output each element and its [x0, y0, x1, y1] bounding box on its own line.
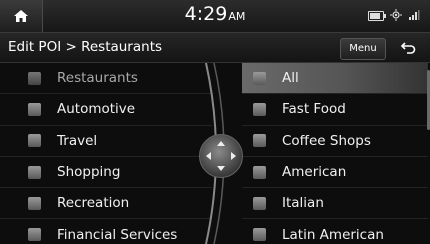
italian-food-icon	[253, 196, 266, 210]
dollar-icon	[28, 228, 41, 242]
category-item-label: Financial Services	[57, 226, 178, 243]
subcategory-item[interactable]: Latin American	[242, 219, 428, 244]
category-item-label: Travel	[57, 132, 98, 149]
fast-food-icon	[253, 102, 266, 116]
scroll-knob[interactable]	[199, 134, 243, 178]
subcategory-item-label: American	[282, 164, 347, 181]
knob-arrows-icon	[206, 141, 236, 171]
recreation-icon	[28, 196, 41, 210]
car-icon	[28, 102, 41, 116]
category-item-label: Recreation	[57, 195, 130, 212]
subcategory-item-label: All	[282, 70, 299, 87]
american-food-icon	[253, 165, 266, 179]
category-item[interactable]: Financial Services	[0, 219, 212, 244]
category-item-label: Automotive	[57, 101, 136, 118]
battery-icon	[368, 11, 386, 21]
status-bar: 4:29AM	[0, 0, 430, 33]
subcategory-item[interactable]: Fast Food	[242, 94, 428, 126]
category-item[interactable]: Restaurants	[0, 63, 212, 95]
subcategory-item[interactable]: Italian	[242, 188, 428, 220]
signal-icon	[409, 10, 420, 20]
navigation-screen: 4:29AM Edit POI > Restaurants Menu Resta…	[0, 0, 430, 244]
category-item[interactable]: Shopping	[0, 157, 212, 189]
back-button[interactable]	[392, 38, 424, 58]
back-arrow-icon	[400, 42, 416, 54]
category-item-label: Restaurants	[57, 70, 138, 87]
restaurant-icon	[28, 71, 41, 85]
menu-button[interactable]: Menu	[340, 38, 386, 60]
subcategory-item[interactable]: American	[242, 157, 428, 189]
clock-ampm: AM	[228, 10, 246, 23]
status-icons	[368, 9, 420, 21]
subcategory-item[interactable]: Coffee Shops	[242, 126, 428, 157]
gps-icon	[390, 9, 402, 21]
title-bar: Edit POI > Restaurants Menu	[0, 33, 430, 63]
subcategory-item-label: Latin American	[282, 226, 384, 243]
subcategory-list: All Fast Food Coffee Shops American Italian L…	[242, 63, 428, 244]
clock: 4:29AM	[0, 3, 430, 25]
subcategory-item-label: Italian	[282, 195, 324, 212]
category-item-label: Shopping	[57, 164, 121, 181]
suitcase-icon	[28, 134, 41, 148]
page-title: Edit POI > Restaurants	[8, 39, 163, 55]
shopping-bag-icon	[28, 165, 41, 179]
category-item[interactable]: Travel	[0, 126, 212, 157]
subcategory-item-label: Coffee Shops	[282, 132, 371, 149]
category-item[interactable]: Recreation	[0, 188, 212, 220]
subcategory-item[interactable]: All	[242, 63, 428, 95]
coffee-icon	[253, 134, 266, 148]
category-item[interactable]: Automotive	[0, 94, 212, 126]
clock-time: 4:29	[184, 3, 228, 25]
restaurant-icon	[253, 71, 266, 85]
latin-food-icon	[253, 228, 266, 242]
subcategory-item-label: Fast Food	[282, 101, 346, 118]
category-list: Restaurants Automotive Travel Shopping Recre…	[0, 63, 212, 244]
